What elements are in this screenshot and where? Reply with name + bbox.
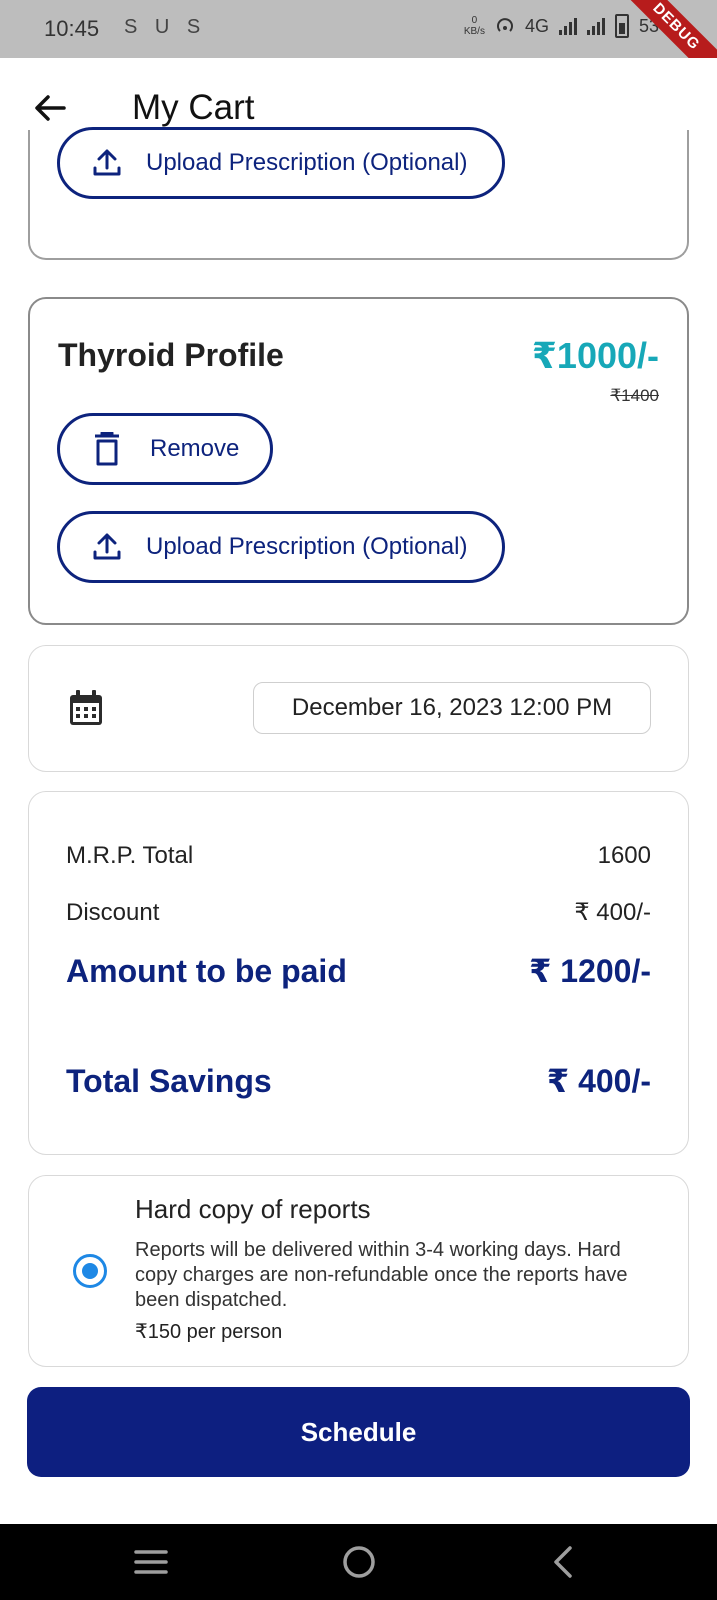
notification-icons: S U S [124,16,207,38]
price-summary-card: M.R.P. Total 1600 Discount ₹ 400/- Amoun… [28,791,689,1155]
net-speed: 0 KB/s [464,15,485,37]
schedule-date-card: December 16, 2023 12:00 PM [28,645,689,772]
status-bar: 10:45 S U S 0 KB/s 4G 53 DEBUG [0,0,717,58]
back-icon[interactable] [548,1544,578,1580]
upload-icon [93,533,121,560]
hard-copy-description: Reports will be delivered within 3-4 wor… [135,1239,628,1311]
mrp-total-row: M.R.P. Total 1600 [66,842,651,870]
upload-prescription-button[interactable]: Upload Prescription (Optional) [57,511,505,583]
discount-row: Discount ₹ 400/- [66,898,651,927]
network-type: 4G [524,15,549,36]
date-time-field[interactable]: December 16, 2023 12:00 PM [253,682,651,734]
page-title: My Cart [132,88,255,127]
hotspot-icon [497,18,513,32]
upload-prescription-label: Upload Prescription (Optional) [146,533,468,560]
hard-copy-card: Hard copy of reports Reports will be del… [28,1175,689,1367]
home-icon[interactable] [341,1544,377,1580]
back-arrow-icon[interactable] [30,88,70,128]
system-nav-bar [0,1524,717,1600]
amount-payable-label: Amount to be paid [66,952,347,989]
trash-icon [95,432,119,466]
upload-prescription-button[interactable]: Upload Prescription (Optional) [57,127,505,199]
amount-payable-value: ₹ 1200/- [529,953,651,989]
schedule-button-label: Schedule [300,1416,417,1447]
signal-icon-2 [586,17,605,35]
net-speed-value: 0 [471,15,478,26]
status-time: 10:45 [44,16,100,41]
hard-copy-title: Hard copy of reports [135,1194,371,1224]
hard-copy-price: ₹150 per person [135,1321,283,1343]
total-savings-value: ₹ 400/- [546,1063,651,1099]
schedule-button[interactable]: Schedule [27,1387,690,1477]
total-savings-row: Total Savings ₹ 400/- [66,1062,651,1100]
remove-label: Remove [150,435,240,462]
discount-value: ₹ 400/- [574,899,651,926]
discount-label: Discount [66,898,160,926]
test-mrp: ₹1400 [610,386,659,405]
signal-icon [558,17,577,35]
total-savings-label: Total Savings [66,1062,272,1099]
date-time-value: December 16, 2023 12:00 PM [291,694,613,721]
mrp-total-label: M.R.P. Total [66,842,194,869]
net-speed-unit: KB/s [463,26,485,37]
hard-copy-radio[interactable] [73,1254,107,1288]
cart-item-card-partial: Upload Prescription (Optional) [28,127,689,260]
cart-item-card: Thyroid Profile ₹1000/- ₹1400 Remove Upl… [28,297,689,625]
remove-button[interactable]: Remove [57,413,273,485]
mrp-total-value: 1600 [597,842,651,869]
test-name: Thyroid Profile [58,337,284,373]
amount-payable-row: Amount to be paid ₹ 1200/- [66,952,651,990]
status-indicators: 0 KB/s 4G 53 [464,14,659,38]
test-price: ₹1000/- [531,335,659,376]
menu-icon[interactable] [134,1544,168,1580]
calendar-icon[interactable] [69,690,103,726]
upload-icon [93,149,121,176]
upload-prescription-label: Upload Prescription (Optional) [146,149,468,176]
battery-icon [614,14,629,38]
